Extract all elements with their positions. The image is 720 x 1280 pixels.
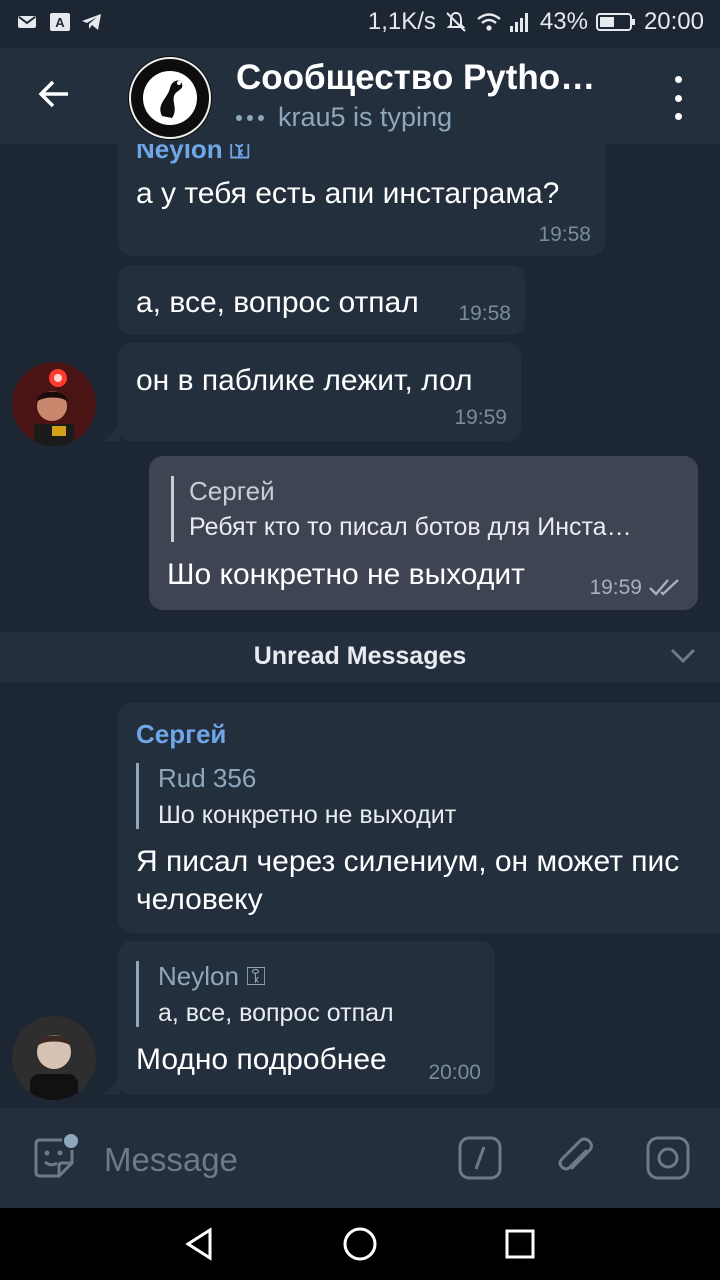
message-text: он в паблике лежит, лол — [136, 364, 473, 397]
back-arrow-icon — [36, 76, 72, 117]
mail-icon — [16, 10, 40, 34]
bot-command-button[interactable] — [456, 1136, 504, 1184]
nav-back-icon[interactable] — [180, 1224, 220, 1264]
bubble-tail — [104, 1079, 120, 1095]
message-time: 20:00 — [428, 1061, 481, 1084]
status-bar: A 1,1K/s 43% 20:00 — [0, 0, 720, 48]
more-vert-icon[interactable] — [666, 76, 690, 120]
message-text-line-2: человеку — [136, 883, 263, 916]
translate-icon: A — [48, 10, 72, 34]
message-text: Шо конкретно не выходит — [167, 558, 525, 591]
telegram-icon — [80, 10, 104, 34]
reply-bar — [136, 961, 139, 1027]
reply-bar — [136, 763, 139, 829]
message-text: Модно подробнее — [136, 1043, 387, 1076]
battery-icon — [595, 10, 636, 34]
back-button[interactable] — [28, 70, 80, 122]
bot-command-icon — [457, 1135, 503, 1186]
message-bubble-outgoing[interactable]: Сергей Ребят кто то писал ботов для Инст… — [149, 456, 698, 610]
group-avatar[interactable] — [128, 56, 212, 140]
reply-bar — [171, 476, 174, 542]
unread-label: Unread Messages — [253, 642, 467, 670]
message-time: 19:58 — [538, 223, 591, 246]
chat-area[interactable]: Neylon ⚿ а у тебя есть апи инстаграма? 1… — [0, 144, 720, 1108]
network-speed: 1,1K/s — [367, 8, 436, 35]
message-text: а, все, вопрос отпал — [136, 286, 419, 319]
bubble-tail — [104, 425, 120, 441]
wifi-icon — [476, 10, 501, 34]
message-time: 19:59 — [589, 576, 642, 599]
nav-home-icon[interactable] — [340, 1224, 380, 1264]
battery-percent: 43% — [539, 8, 588, 35]
message-bubble[interactable]: а, все, вопрос отпал 19:58 — [118, 265, 525, 335]
reply-sender[interactable]: Rud 356 — [158, 763, 256, 794]
message-time: 19:58 — [458, 302, 511, 325]
reply-sender[interactable]: Neylon ⚿ — [158, 961, 266, 993]
avatar[interactable] — [12, 362, 96, 446]
clock: 20:00 — [643, 8, 704, 35]
message-sender[interactable]: Neylon ⚿ — [136, 144, 250, 166]
chat-header: Сообщество Python… krau5 is typing — [0, 48, 720, 144]
reply-text[interactable]: Шо конкретно не выходит — [158, 801, 456, 830]
svg-text:A: A — [55, 15, 65, 30]
message-bubble[interactable]: Сергей Rud 356 Шо конкретно не выходит Я… — [118, 703, 720, 933]
message-text: а у тебя есть апи инстаграма? — [136, 177, 560, 210]
message-bubble[interactable]: он в паблике лежит, лол 19:59 — [118, 343, 521, 441]
reply-sender[interactable]: Сергей — [189, 476, 275, 507]
unread-divider: Unread Messages — [0, 632, 720, 682]
typing-text: krau5 is typing — [278, 102, 453, 132]
typing-indicator: krau5 is typing — [236, 102, 452, 133]
mute-icon — [444, 10, 468, 34]
message-bubble[interactable]: Neylon ⚿ а у тебя есть апи инстаграма? 1… — [118, 144, 605, 256]
avatar[interactable] — [12, 1016, 96, 1100]
chevron-down-icon[interactable] — [670, 646, 696, 666]
chat-title[interactable]: Сообщество Python… — [236, 58, 616, 98]
camera-button[interactable] — [644, 1136, 692, 1184]
reply-text[interactable]: а, все, вопрос отпал — [158, 999, 394, 1028]
signal-icon — [508, 10, 532, 34]
message-sender[interactable]: Сергей — [136, 719, 226, 750]
attach-icon — [553, 1135, 599, 1186]
attach-button[interactable] — [552, 1136, 600, 1184]
reply-text[interactable]: Ребят кто то писал ботов для Инста… — [189, 513, 632, 542]
message-time: 19:59 — [454, 406, 507, 429]
message-bubble[interactable]: Neylon ⚿ а, все, вопрос отпал Модно подр… — [118, 941, 495, 1095]
system-nav-bar — [0, 1208, 720, 1280]
message-composer — [0, 1108, 720, 1208]
camera-icon — [645, 1135, 691, 1186]
sticker-notification-dot — [62, 1132, 80, 1150]
typing-dots-icon — [236, 114, 264, 121]
nav-recents-icon[interactable] — [500, 1224, 540, 1264]
message-text-line-1: Я писал через силениум, он может пис — [136, 845, 680, 878]
read-checks-icon — [648, 576, 684, 603]
message-input[interactable] — [104, 1136, 424, 1184]
